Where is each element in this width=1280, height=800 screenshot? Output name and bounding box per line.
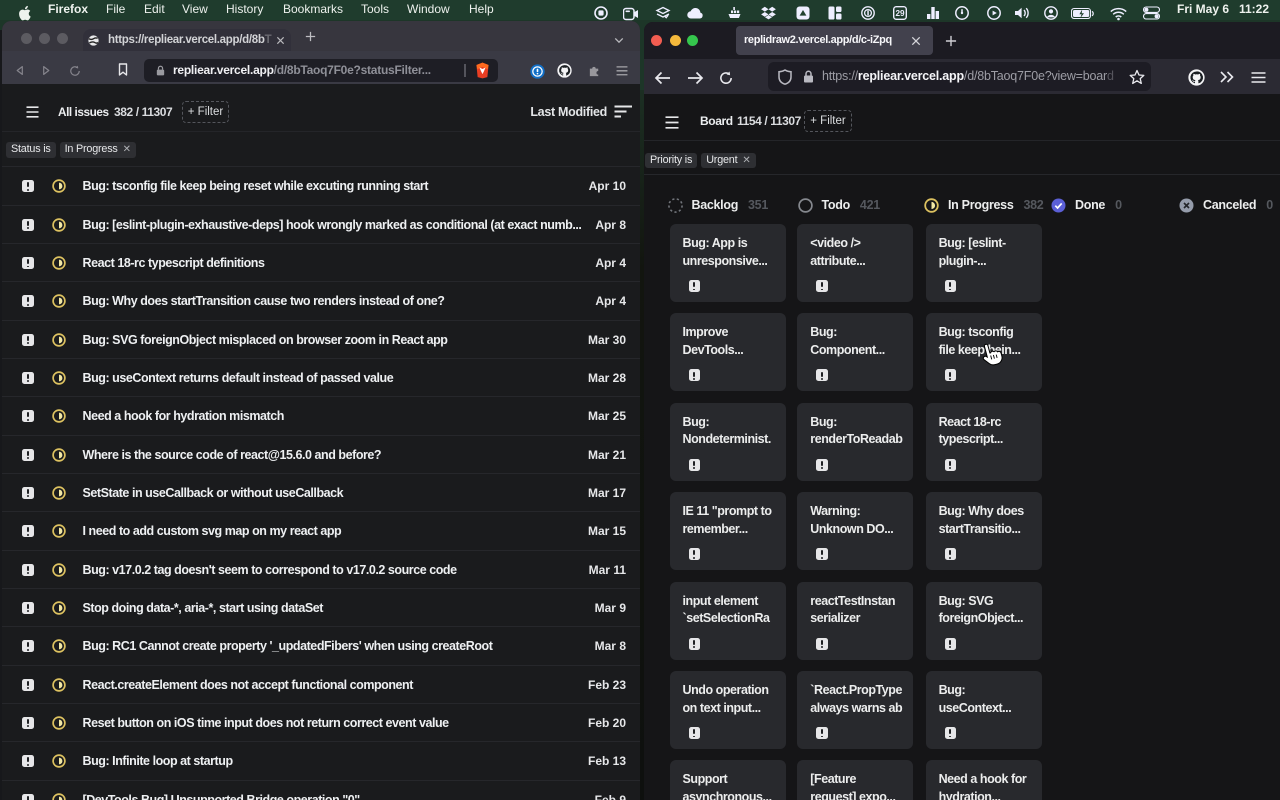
svg-text:29: 29 — [895, 9, 905, 18]
